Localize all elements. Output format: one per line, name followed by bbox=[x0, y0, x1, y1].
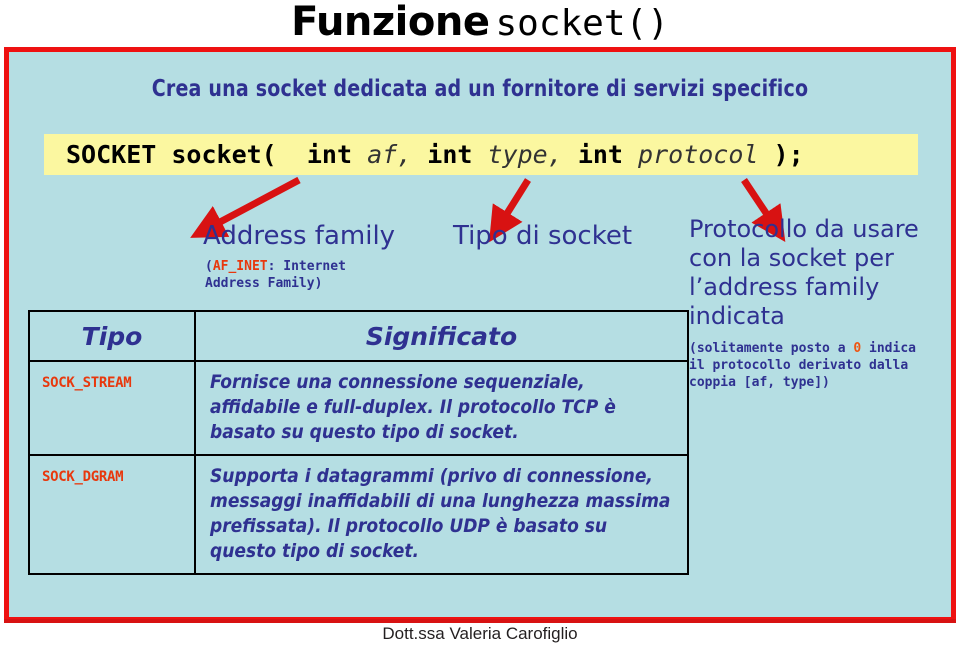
table-header-meaning: Significato bbox=[194, 310, 689, 362]
function-prototype-box: SOCKET socket( int af, int type, int pro… bbox=[44, 134, 918, 175]
label-socket-type: Tipo di socket bbox=[453, 221, 633, 251]
cell-type-sock-dgram: SOCK_DGRAM bbox=[28, 454, 196, 575]
af-note-rest: : Internet bbox=[267, 259, 346, 274]
prototype-param3-name: protocol bbox=[638, 140, 759, 169]
page-title-word: Funzione bbox=[291, 0, 490, 45]
prototype-param1-type: int bbox=[306, 140, 352, 169]
address-family-note: (AF_INET: Internet Address Family) bbox=[205, 258, 455, 292]
page-title-code: socket() bbox=[495, 3, 669, 44]
table-row: SOCK_STREAM Fornisce una connessione seq… bbox=[28, 360, 689, 456]
protocol-callout-title: Protocollo da usare con la socket per l’… bbox=[689, 215, 919, 330]
label-address-family: Address family bbox=[203, 221, 396, 251]
af-note-constant: AF_INET bbox=[212, 259, 268, 274]
socket-types-table: Tipo Significato SOCK_STREAM Fornisce un… bbox=[28, 310, 689, 575]
cell-meaning-sock-stream: Fornisce una connessione sequenziale, af… bbox=[194, 360, 689, 456]
table-header-type: Tipo bbox=[28, 310, 196, 362]
footer-author: Dott.ssa Valeria Carofiglio bbox=[382, 624, 578, 643]
af-note-line2: Address Family) bbox=[205, 276, 323, 291]
prototype-param2-type: int bbox=[427, 140, 473, 169]
prototype-param2-name: type, bbox=[487, 140, 563, 169]
protocol-callout: Protocollo da usare con la socket per l’… bbox=[689, 215, 939, 391]
footer-divider bbox=[4, 619, 956, 623]
function-prototype-text: SOCKET socket( int af, int type, int pro… bbox=[44, 140, 804, 169]
content-panel: Crea una socket dedicata ad un fornitore… bbox=[4, 47, 956, 622]
prototype-closing: ); bbox=[773, 140, 804, 169]
prototype-param3-type: int bbox=[577, 140, 623, 169]
page-title: Funzione socket() bbox=[0, 0, 960, 46]
cell-meaning-sock-dgram: Supporta i datagrammi (privo di connessi… bbox=[194, 454, 689, 575]
protocol-callout-note: (solitamente posto a 0 indica il protoco… bbox=[689, 340, 939, 391]
prototype-param1-name: af, bbox=[367, 140, 413, 169]
subtitle: Crea una socket dedicata ad un fornitore… bbox=[151, 76, 809, 102]
table-header-row: Tipo Significato bbox=[28, 310, 689, 362]
prototype-function-name: socket( bbox=[171, 140, 277, 169]
af-note-open: ( bbox=[205, 259, 213, 274]
table-row: SOCK_DGRAM Supporta i datagrammi (privo … bbox=[28, 454, 689, 575]
prototype-return-type: SOCKET bbox=[66, 140, 157, 169]
protocol-note-prefix: (solitamente posto a bbox=[689, 341, 854, 356]
cell-type-sock-stream: SOCK_STREAM bbox=[28, 360, 196, 456]
